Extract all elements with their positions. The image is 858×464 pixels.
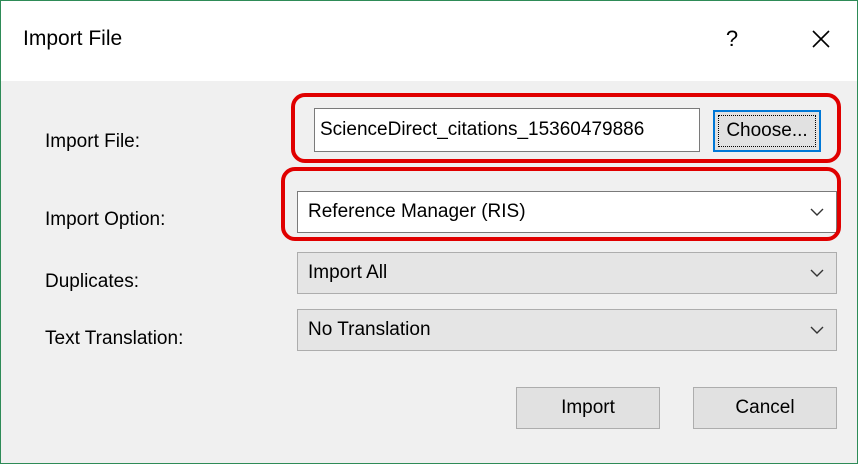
import-option-label: Import Option: [45, 209, 166, 230]
cancel-button[interactable]: Cancel [693, 387, 837, 429]
import-file-path-field[interactable]: ScienceDirect_citations_15360479886 [314, 108, 700, 152]
choose-button-label: Choose... [726, 120, 808, 141]
duplicates-select[interactable]: Import All [297, 252, 837, 294]
choose-file-button[interactable]: Choose... [713, 110, 821, 152]
import-option-value: Reference Manager (RIS) [308, 201, 526, 222]
close-icon [812, 30, 830, 48]
text-translation-label: Text Translation: [45, 328, 184, 349]
chevron-down-icon [810, 192, 824, 232]
chevron-down-icon [810, 310, 824, 350]
duplicates-value: Import All [308, 262, 388, 283]
dialog-title: Import File [23, 27, 123, 50]
text-translation-value: No Translation [308, 319, 431, 340]
import-button[interactable]: Import [516, 387, 660, 429]
close-button[interactable] [801, 21, 841, 57]
import-option-select[interactable]: Reference Manager (RIS) [297, 191, 837, 233]
duplicates-label: Duplicates: [45, 271, 139, 292]
import-file-label: Import File: [45, 131, 141, 152]
text-translation-select[interactable]: No Translation [297, 309, 837, 351]
import-file-dialog: Import File ? Import File: ScienceDirect… [0, 0, 858, 464]
title-bar: Import File ? [1, 1, 857, 81]
chevron-down-icon [810, 253, 824, 293]
help-button[interactable]: ? [717, 21, 747, 57]
